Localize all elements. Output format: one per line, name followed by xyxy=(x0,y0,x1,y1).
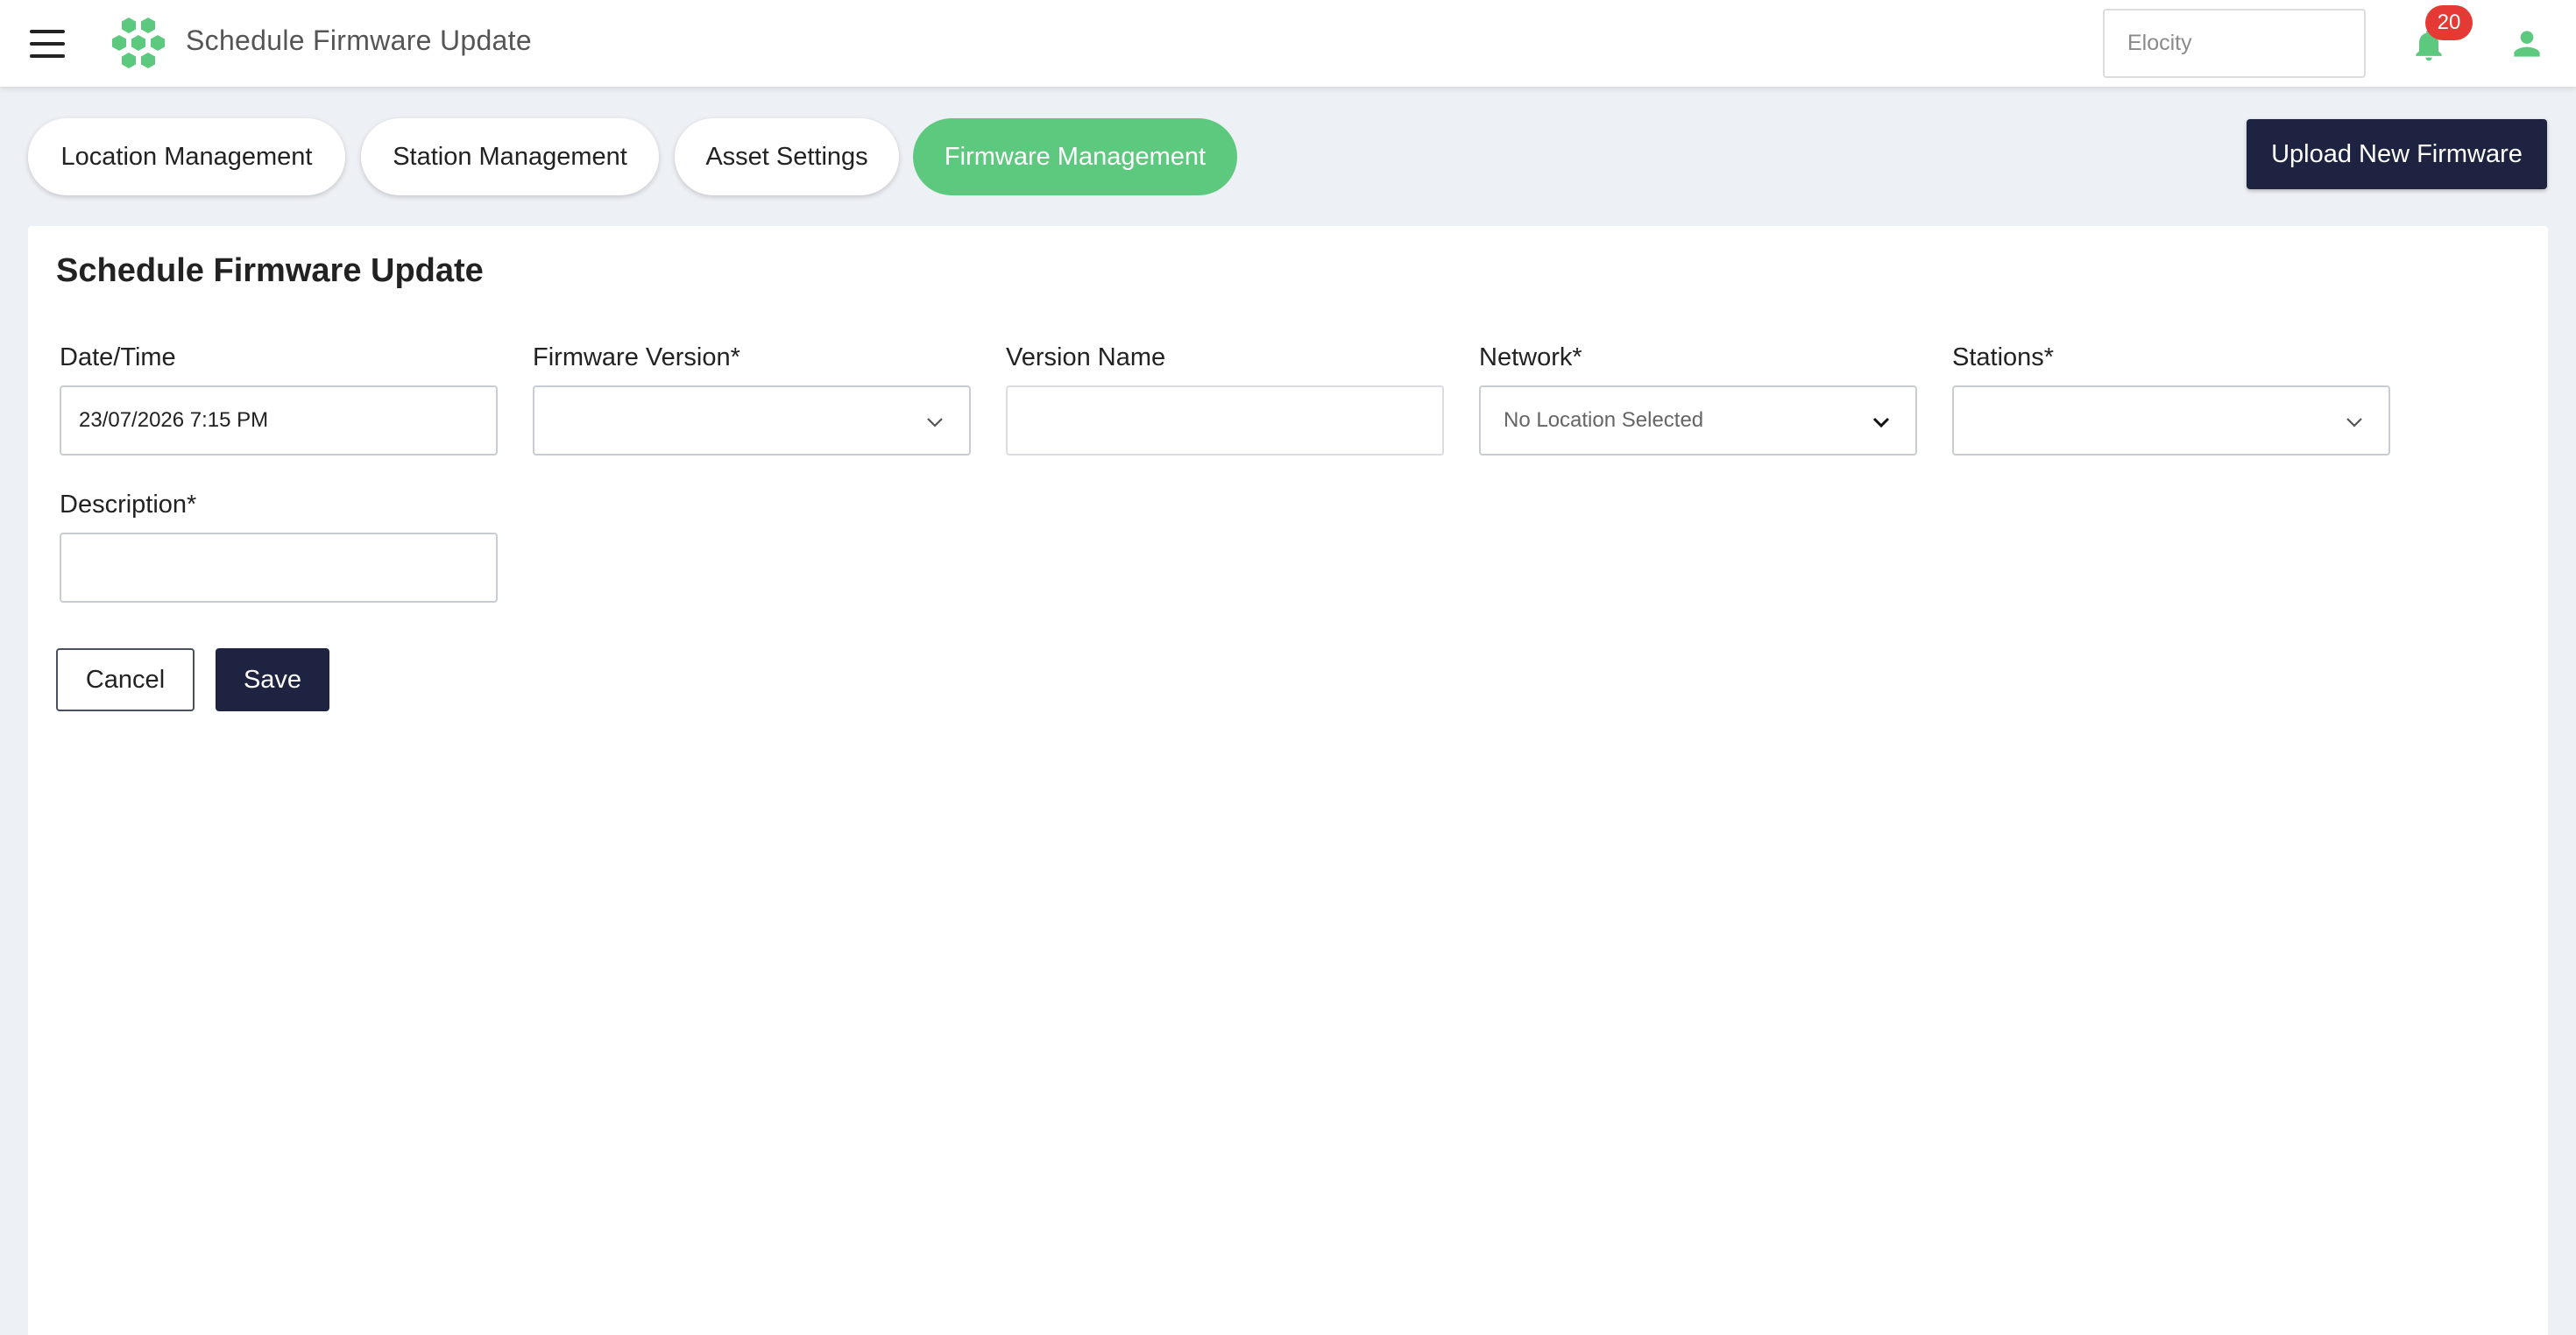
tab-label: Location Management xyxy=(60,142,313,171)
tab-asset-settings[interactable]: Asset Settings xyxy=(675,118,899,195)
form-title: Schedule Firmware Update xyxy=(56,252,484,289)
organization-input[interactable] xyxy=(2103,9,2366,78)
tab-label: Station Management xyxy=(393,142,627,171)
version-name-label: Version Name xyxy=(1006,343,1166,371)
network-value: No Location Selected xyxy=(1504,408,1704,432)
brand-logo-icon xyxy=(112,18,165,68)
schedule-form-card: Schedule Firmware Update Date/Time Firmw… xyxy=(28,226,2548,1335)
firmware-version-label: Firmware Version* xyxy=(533,343,740,371)
stations-select[interactable] xyxy=(1952,385,2390,456)
hamburger-menu-icon[interactable] xyxy=(30,30,65,58)
tab-firmware-management[interactable]: Firmware Management xyxy=(913,118,1237,195)
chevron-down-icon xyxy=(1872,417,1890,428)
tab-location-management[interactable]: Location Management xyxy=(28,118,345,195)
datetime-input[interactable] xyxy=(60,385,498,456)
chevron-down-icon xyxy=(927,418,943,427)
user-account-icon[interactable] xyxy=(2508,25,2546,63)
firmware-version-select[interactable] xyxy=(533,385,971,456)
notification-count-badge: 20 xyxy=(2425,5,2473,40)
tab-station-management[interactable]: Station Management xyxy=(361,118,659,195)
network-select[interactable]: No Location Selected xyxy=(1479,385,1917,456)
description-label: Description* xyxy=(60,491,197,519)
save-button[interactable]: Save xyxy=(216,648,329,711)
datetime-label: Date/Time xyxy=(60,343,176,371)
description-input[interactable] xyxy=(60,533,498,603)
top-bar: Schedule Firmware Update 20 xyxy=(0,0,2576,87)
tab-label: Asset Settings xyxy=(705,142,868,171)
cancel-button[interactable]: Cancel xyxy=(56,648,195,711)
app-title: Schedule Firmware Update xyxy=(186,25,532,56)
tab-label: Firmware Management xyxy=(944,142,1207,171)
network-label: Network* xyxy=(1479,343,1582,371)
upload-new-firmware-button[interactable]: Upload New Firmware xyxy=(2247,119,2547,189)
chevron-down-icon xyxy=(2346,418,2362,427)
version-name-input[interactable] xyxy=(1006,385,1444,456)
stations-label: Stations* xyxy=(1952,343,2055,371)
